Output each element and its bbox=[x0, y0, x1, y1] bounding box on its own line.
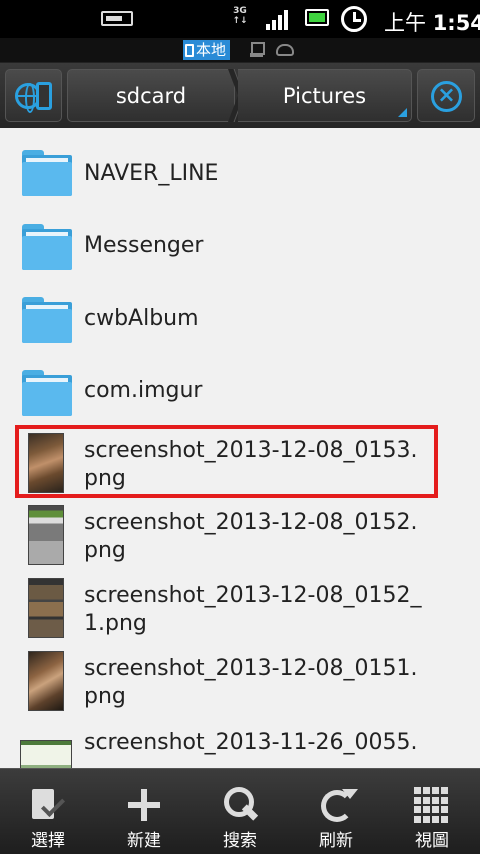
local-storage-tab[interactable]: 本地 bbox=[183, 40, 231, 60]
status-time: 上午 1:54 bbox=[384, 11, 480, 35]
list-item-folder[interactable]: com.imgur bbox=[0, 366, 480, 422]
bottom-action-bar: 選擇 新建 搜索 刷新 視圖 bbox=[0, 768, 480, 854]
plus-icon bbox=[126, 787, 162, 823]
new-label: 新建 bbox=[127, 831, 161, 851]
network-location-button[interactable] bbox=[5, 69, 62, 122]
file-name-line2: 1.png bbox=[84, 611, 147, 636]
image-thumbnail bbox=[28, 578, 64, 638]
list-item-image[interactable]: screenshot_2013-11-26_0055. bbox=[0, 724, 480, 768]
close-icon: × bbox=[431, 81, 462, 112]
file-name: Messenger bbox=[84, 233, 204, 258]
battery-icon bbox=[305, 9, 329, 26]
folder-icon bbox=[22, 370, 72, 416]
search-icon bbox=[222, 787, 258, 823]
view-grid-icon bbox=[414, 787, 450, 823]
battery-outline-icon bbox=[101, 11, 133, 26]
file-name: com.imgur bbox=[84, 378, 203, 403]
location-bar: 本地 bbox=[0, 38, 480, 63]
file-list: NAVER_LINE Messenger cwbAlbum com.imgur … bbox=[0, 128, 480, 768]
path-toolbar: sdcard Pictures × bbox=[0, 63, 480, 128]
computer-icon[interactable] bbox=[250, 42, 265, 58]
list-item-folder[interactable]: cwbAlbum bbox=[0, 293, 480, 349]
signal-icon bbox=[266, 10, 290, 30]
alarm-clock-icon bbox=[341, 6, 367, 32]
view-label: 視圖 bbox=[415, 831, 449, 851]
view-button[interactable]: 視圖 bbox=[384, 769, 480, 854]
breadcrumb-pictures-label: Pictures bbox=[282, 83, 367, 108]
file-name-line2: png bbox=[84, 538, 126, 563]
close-button[interactable]: × bbox=[417, 69, 475, 122]
file-name: NAVER_LINE bbox=[84, 161, 219, 186]
search-label: 搜索 bbox=[223, 831, 257, 851]
list-item-folder[interactable]: NAVER_LINE bbox=[0, 146, 480, 202]
local-storage-label: 本地 bbox=[196, 41, 227, 59]
new-button[interactable]: 新建 bbox=[96, 769, 192, 854]
dropdown-corner-icon bbox=[398, 108, 407, 117]
cloud-icon[interactable] bbox=[276, 44, 294, 56]
list-item-folder[interactable]: Messenger bbox=[0, 220, 480, 276]
list-item-image[interactable]: screenshot_2013-12-08_0152. png bbox=[0, 503, 480, 569]
file-name-line1: screenshot_2013-12-08_0151. bbox=[84, 656, 418, 681]
refresh-button[interactable]: 刷新 bbox=[288, 769, 384, 854]
image-thumbnail bbox=[28, 505, 64, 565]
network-type: 3G ↑↓ bbox=[232, 6, 248, 26]
file-name-line1: screenshot_2013-12-08_0152. bbox=[84, 510, 418, 535]
folder-icon bbox=[22, 297, 72, 343]
device-icon bbox=[36, 82, 52, 110]
image-thumbnail bbox=[20, 740, 72, 768]
refresh-label: 刷新 bbox=[319, 831, 353, 851]
select-button[interactable]: 選擇 bbox=[0, 769, 96, 854]
file-name-line2: png bbox=[84, 684, 126, 709]
folder-icon bbox=[22, 150, 72, 196]
file-name-line1: screenshot_2013-11-26_0055. bbox=[84, 730, 418, 755]
select-label: 選擇 bbox=[31, 831, 65, 851]
file-name: cwbAlbum bbox=[84, 306, 199, 331]
search-button[interactable]: 搜索 bbox=[192, 769, 288, 854]
breadcrumb-pictures[interactable]: Pictures bbox=[238, 69, 412, 122]
list-item-image[interactable]: screenshot_2013-12-08_0151. png bbox=[0, 649, 480, 715]
phone-icon bbox=[185, 43, 194, 57]
image-thumbnail bbox=[28, 651, 64, 711]
folder-icon bbox=[22, 224, 72, 270]
selection-highlight bbox=[15, 425, 438, 498]
list-item-image[interactable]: screenshot_2013-12-08_0152_ 1.png bbox=[0, 576, 480, 642]
status-bar: 3G ↑↓ 上午 1:54 bbox=[0, 0, 480, 38]
breadcrumb-sdcard-label: sdcard bbox=[115, 83, 187, 108]
breadcrumb-sdcard[interactable]: sdcard bbox=[67, 69, 235, 122]
select-icon bbox=[30, 787, 66, 823]
refresh-icon bbox=[318, 787, 358, 823]
